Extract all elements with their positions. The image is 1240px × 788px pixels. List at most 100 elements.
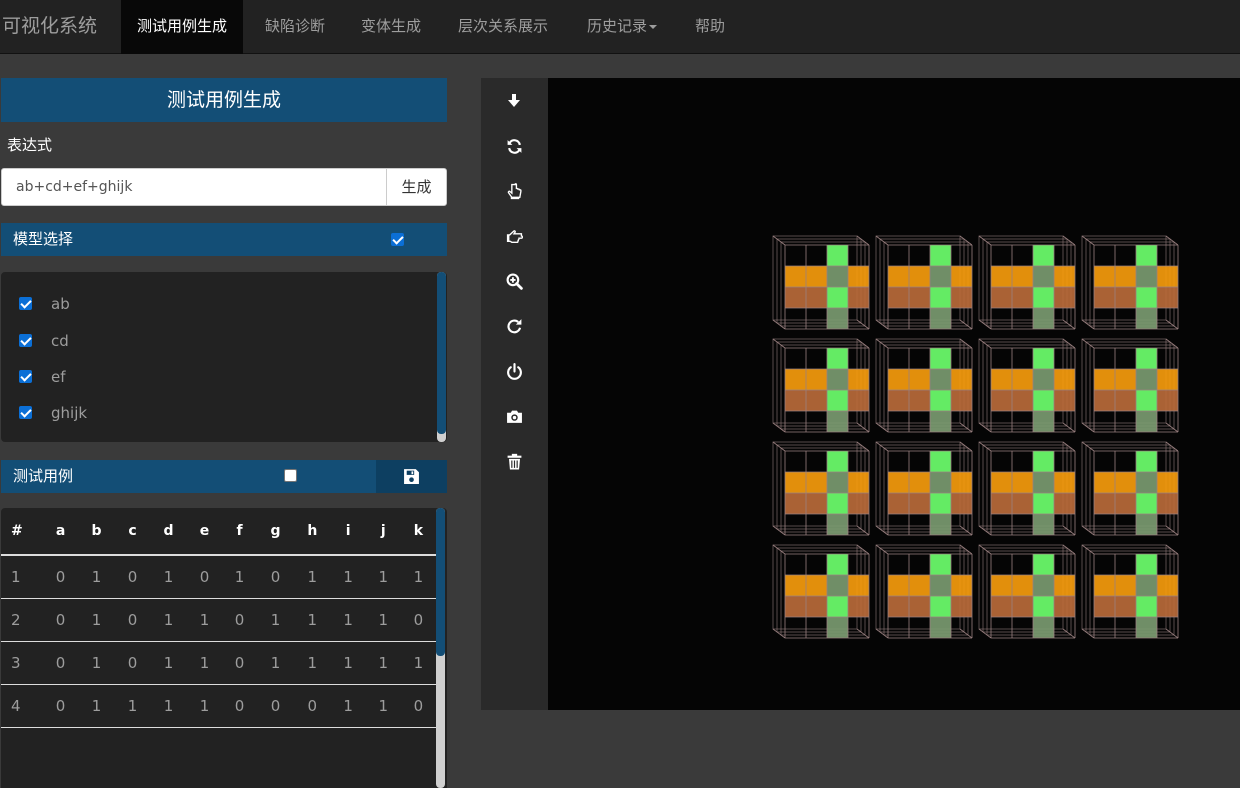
table-cell: 0 bbox=[294, 684, 331, 728]
canvas-toolbar bbox=[481, 78, 548, 710]
table-cell: 1 bbox=[78, 555, 115, 599]
power-button[interactable] bbox=[503, 360, 525, 382]
download-button[interactable] bbox=[503, 90, 525, 112]
nav-tab-history[interactable]: 历史记录 bbox=[571, 0, 673, 54]
model-select-label: 模型选择 bbox=[13, 230, 74, 248]
table-cell: 0 bbox=[43, 641, 79, 685]
generate-button[interactable]: 生成 bbox=[386, 168, 447, 206]
model-checkbox-ab[interactable] bbox=[19, 297, 32, 310]
nav-tab-defect-diagnosis[interactable]: 缺陷诊断 bbox=[249, 0, 341, 54]
expression-input[interactable] bbox=[1, 168, 387, 206]
table-cell: 0 bbox=[257, 684, 294, 728]
model-select-all-checkbox[interactable] bbox=[391, 233, 404, 246]
column-header: d bbox=[150, 508, 187, 556]
brand-title[interactable]: 可视化系统 bbox=[2, 0, 97, 54]
table-cell: 1 bbox=[257, 641, 294, 685]
table-cell: 1 bbox=[330, 684, 366, 728]
trash-icon bbox=[507, 453, 521, 469]
zoom-in-button[interactable] bbox=[503, 270, 525, 292]
cube-block bbox=[772, 235, 870, 330]
table-cell: 1 bbox=[150, 555, 187, 599]
table-cell: 1 bbox=[186, 641, 223, 685]
model-checkbox-ghijk[interactable] bbox=[19, 406, 32, 419]
column-header: # bbox=[1, 508, 43, 556]
zoom-in-icon bbox=[506, 273, 523, 290]
table-cell: 1 bbox=[78, 598, 115, 642]
cube-block bbox=[1081, 441, 1179, 536]
delete-button[interactable] bbox=[503, 450, 525, 472]
table-cell: 1 bbox=[365, 598, 401, 642]
table-cell: 1 bbox=[150, 641, 187, 685]
refresh-icon bbox=[506, 318, 521, 333]
table-cell: 1 bbox=[114, 684, 151, 728]
cube-block bbox=[875, 338, 973, 433]
table-cell: 2 bbox=[1, 598, 43, 642]
cube-block bbox=[772, 441, 870, 536]
save-button[interactable] bbox=[376, 460, 447, 493]
refresh-button[interactable] bbox=[503, 315, 525, 337]
table-header-row: # a b c d e f g h i j k bbox=[1, 508, 436, 556]
table-cell: 1 bbox=[257, 598, 294, 642]
download-icon bbox=[508, 94, 520, 107]
table-cell: 1 bbox=[365, 555, 401, 599]
test-cases-select-all-checkbox[interactable] bbox=[284, 469, 297, 482]
model-checkbox-cd[interactable] bbox=[19, 334, 32, 347]
model-list-scrollbar-thumb[interactable] bbox=[437, 272, 446, 434]
table-cell: 1 bbox=[294, 598, 331, 642]
table-row[interactable]: 2 0 1 0 1 1 0 1 1 1 1 0 bbox=[1, 598, 436, 642]
cube-block bbox=[978, 544, 1076, 639]
table-row[interactable]: 4 0 1 1 1 1 0 0 0 1 1 0 bbox=[1, 684, 436, 728]
nav-tab-test-case-generation[interactable]: 测试用例生成 bbox=[121, 0, 244, 54]
test-cases-label: 测试用例 bbox=[13, 467, 74, 485]
table-cell: 1 bbox=[294, 555, 331, 599]
table-cell: 0 bbox=[257, 555, 294, 599]
table-cell: 0 bbox=[43, 598, 79, 642]
table-cell: 1 bbox=[186, 598, 223, 642]
column-header: k bbox=[400, 508, 436, 556]
column-header: f bbox=[222, 508, 258, 556]
table-cell: 1 bbox=[222, 555, 258, 599]
table-cell: 3 bbox=[1, 641, 43, 685]
table-cell: 1 bbox=[330, 555, 366, 599]
column-header: i bbox=[330, 508, 366, 556]
table-cell: 1 bbox=[400, 555, 436, 599]
model-checkbox-ef[interactable] bbox=[19, 370, 32, 383]
cube-block bbox=[772, 338, 870, 433]
column-header: h bbox=[294, 508, 331, 556]
point-right-button[interactable] bbox=[503, 225, 525, 247]
nav-tab-history-label: 历史记录 bbox=[587, 17, 648, 35]
model-select-header: 模型选择 bbox=[1, 223, 447, 256]
table-cell: 1 bbox=[400, 641, 436, 685]
cube-visualization[interactable] bbox=[548, 78, 1240, 710]
table-row[interactable]: 3 0 1 0 1 1 0 1 1 1 1 1 bbox=[1, 641, 436, 685]
nav-tab-variant-generation[interactable]: 变体生成 bbox=[345, 0, 437, 54]
nav-tab-hierarchy-display[interactable]: 层次关系展示 bbox=[442, 0, 564, 54]
table-cell: 0 bbox=[186, 555, 223, 599]
column-header: b bbox=[78, 508, 115, 556]
sync-button[interactable] bbox=[503, 135, 525, 157]
screenshot-button[interactable] bbox=[503, 405, 525, 427]
table-cell: 0 bbox=[43, 684, 79, 728]
table-cell: 1 bbox=[1, 555, 43, 599]
column-header: a bbox=[43, 508, 79, 556]
table-cell: 4 bbox=[1, 684, 43, 728]
pointer-mode-button[interactable] bbox=[503, 180, 525, 202]
table-cell: 1 bbox=[294, 641, 331, 685]
model-list-scrollbar[interactable] bbox=[437, 272, 446, 442]
table-cell: 1 bbox=[365, 684, 401, 728]
model-label-ab: ab bbox=[51, 295, 70, 313]
nav-tab-help[interactable]: 帮助 bbox=[679, 0, 741, 54]
table-row[interactable]: 1 0 1 0 1 0 1 0 1 1 1 1 bbox=[1, 555, 436, 599]
cube-block bbox=[772, 544, 870, 639]
table-scrollbar[interactable] bbox=[436, 508, 445, 788]
cube-block bbox=[978, 441, 1076, 536]
camera-icon bbox=[506, 410, 522, 423]
cube-block bbox=[875, 544, 973, 639]
model-list: ab cd ef ghijk bbox=[1, 272, 447, 442]
table-cell: 1 bbox=[78, 684, 115, 728]
visualization-canvas[interactable] bbox=[548, 78, 1240, 710]
table-scrollbar-thumb[interactable] bbox=[436, 508, 445, 656]
table-cell: 1 bbox=[330, 598, 366, 642]
cube-block bbox=[978, 235, 1076, 330]
model-label-cd: cd bbox=[51, 332, 69, 350]
